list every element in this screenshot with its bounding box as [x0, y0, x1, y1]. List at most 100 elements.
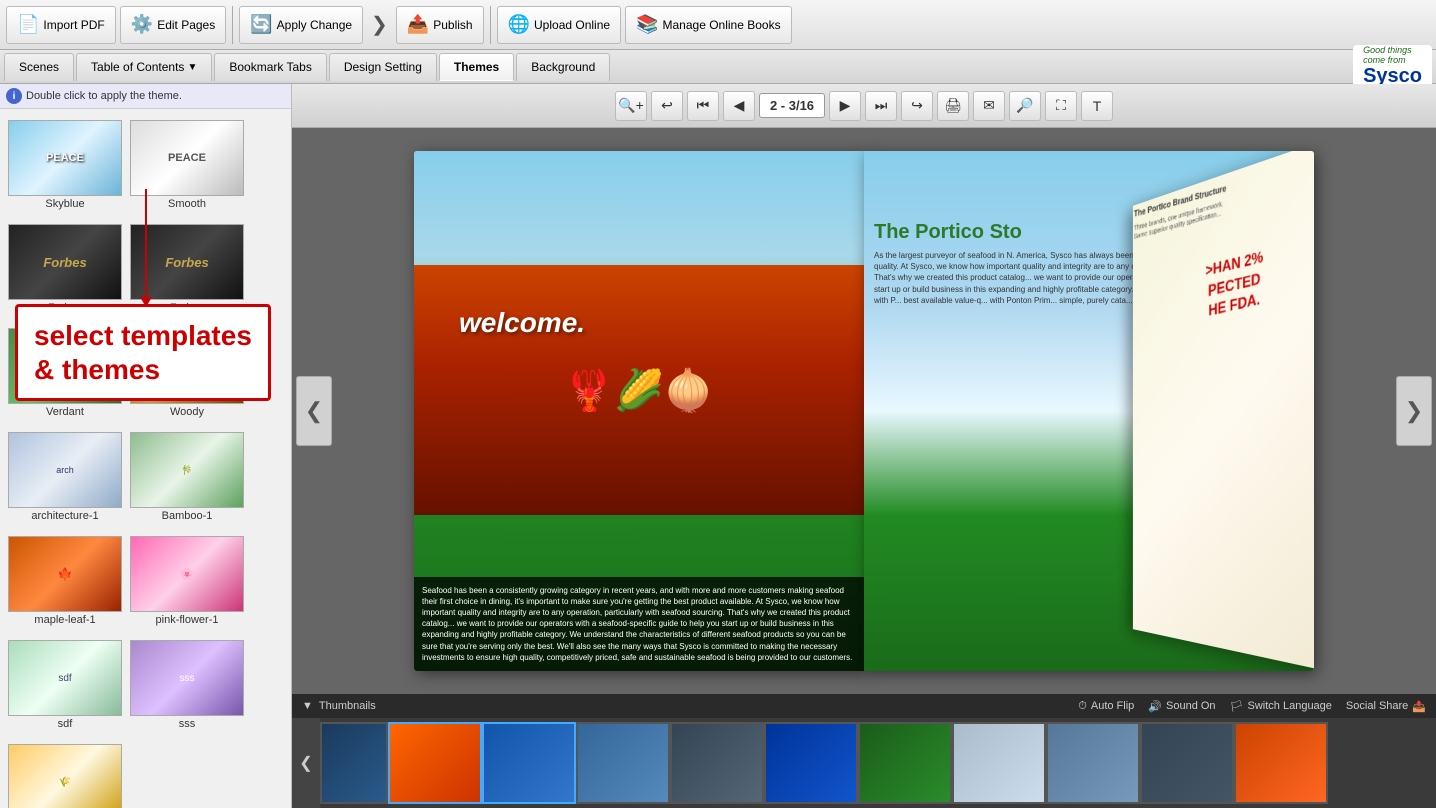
zoom-in-button[interactable]: 🔍+: [615, 91, 647, 121]
theme-item-arch[interactable]: arch architecture-1: [6, 427, 124, 527]
sysco-logo: Good things come from Sysco: [1353, 45, 1432, 89]
thumbnail-9[interactable]: [1046, 722, 1140, 804]
theme-item-straw[interactable]: 🌾 straw-1: [6, 739, 124, 808]
nav-prev-button[interactable]: ❮: [296, 376, 332, 446]
forward-button[interactable]: ↪: [901, 91, 933, 121]
thumb-toggle-button[interactable]: ❮: [292, 718, 320, 808]
thumbnail-3[interactable]: [482, 722, 576, 804]
switch-language-label: Switch Language: [1248, 700, 1332, 712]
theme-item-sdf[interactable]: sdf sdf: [6, 635, 124, 735]
print-button[interactable]: 🖨: [937, 91, 969, 121]
main-content: i Double click to apply the theme. selec…: [0, 84, 1436, 808]
viewer-area: 🔍+ ↩ ⏮ ◀ 2 - 3/16 ▶ ⏭ ↪ 🖨 ✉ 🔎 ⛶ T ❮: [292, 84, 1436, 808]
tab-scenes[interactable]: Scenes: [4, 53, 74, 81]
apply-arrow[interactable]: ❯: [365, 12, 394, 37]
pdf-icon: 📄: [17, 14, 39, 35]
logo-tagline: Good things: [1363, 45, 1422, 55]
apply-change-label: Apply Change: [277, 18, 352, 32]
thumbnail-8[interactable]: [952, 722, 1046, 804]
tab-background[interactable]: Background: [516, 53, 610, 81]
text-button[interactable]: T: [1081, 91, 1113, 121]
share-label: Social Share: [1346, 700, 1408, 712]
manage-online-books-button[interactable]: 📚 Manage Online Books: [625, 6, 792, 44]
share-icon: 📤: [1412, 700, 1426, 713]
tab-bookmark-tabs[interactable]: Bookmark Tabs: [214, 53, 326, 81]
logo-tagline2: come from: [1363, 55, 1422, 65]
apply-change-button[interactable]: 🔄 Apply Change: [239, 6, 363, 44]
tooltip-text: select templates& themes: [34, 319, 252, 386]
clock-icon: ⏱: [1078, 700, 1087, 713]
email-button[interactable]: ✉: [973, 91, 1005, 121]
thumbnail-4[interactable]: [576, 722, 670, 804]
fullscreen-button[interactable]: ⛶: [1045, 91, 1077, 121]
page-caption: Seafood has been a consistently growing …: [414, 577, 864, 671]
last-page-button[interactable]: ⏭: [865, 91, 897, 121]
import-pdf-button[interactable]: 📄 Import PDF: [6, 6, 116, 44]
next-page-button[interactable]: ▶: [829, 91, 861, 121]
theme-item-pink[interactable]: 🌸 pink-flower-1: [128, 531, 246, 631]
theme-item-sss[interactable]: sss sss: [128, 635, 246, 735]
prev-page-button[interactable]: ◀: [723, 91, 755, 121]
search-button[interactable]: 🔎: [1009, 91, 1041, 121]
edit-pages-button[interactable]: ⚙️ Edit Pages: [120, 6, 226, 44]
theme-label-maple: maple-leaf-1: [34, 614, 95, 626]
thumbnail-11[interactable]: [1234, 722, 1328, 804]
thumbnails-strip: ❮: [292, 718, 1436, 808]
social-share-button[interactable]: Social Share 📤: [1346, 700, 1426, 713]
theme-label-pink: pink-flower-1: [156, 614, 219, 626]
thumbnail-2[interactable]: [388, 722, 482, 804]
theme-item-bamboo[interactable]: 🎋 Bamboo-1: [128, 427, 246, 527]
book-viewer: ❮ 🦞🌽🧅 welcome. Seafood has been a consis…: [292, 128, 1436, 694]
theme-label-arch: architecture-1: [31, 510, 98, 522]
theme-item-skyblue[interactable]: PEACE Skyblue: [6, 115, 124, 215]
theme-thumb-arch: arch: [8, 432, 122, 508]
tab-themes[interactable]: Themes: [439, 53, 514, 81]
flag-icon: 🏳: [1230, 700, 1244, 713]
theme-label-smooth: Smooth: [168, 198, 206, 210]
switch-language-button[interactable]: 🏳 Switch Language: [1230, 700, 1332, 713]
publish-label: Publish: [433, 18, 472, 32]
sound-icon: 🔊: [1148, 700, 1162, 713]
thumbnail-6[interactable]: [764, 722, 858, 804]
theme-thumb-bamboo: 🎋: [130, 432, 244, 508]
theme-label-bamboo: Bamboo-1: [162, 510, 213, 522]
divider-2: [490, 6, 491, 44]
go-back-button[interactable]: ↩: [651, 91, 683, 121]
food-emoji: 🦞🌽🧅: [564, 367, 713, 414]
edit-icon: ⚙️: [131, 14, 153, 35]
flipping-page: The Portico Brand Structure Three brands…: [1133, 151, 1314, 671]
theme-item-maple[interactable]: 🍁 maple-leaf-1: [6, 531, 124, 631]
apply-icon: 🔄: [250, 14, 272, 35]
manage-online-books-label: Manage Online Books: [663, 18, 781, 32]
theme-label-sss: sss: [179, 718, 196, 730]
upload-online-label: Upload Online: [534, 18, 610, 32]
thumbnail-10[interactable]: [1140, 722, 1234, 804]
publish-button[interactable]: 📤 Publish: [396, 6, 484, 44]
book-spread: 🦞🌽🧅 welcome. Seafood has been a consiste…: [414, 151, 1314, 671]
theme-label-verdant: Verdant: [46, 406, 84, 418]
thumbnail-7[interactable]: [858, 722, 952, 804]
upload-online-button[interactable]: 🌐 Upload Online: [497, 6, 621, 44]
tab-table-of-contents[interactable]: Table of Contents ▼: [76, 53, 212, 81]
theme-thumb-forbes2: Forbes: [130, 224, 244, 300]
theme-label-skyblue: Skyblue: [45, 198, 84, 210]
theme-label-sdf: sdf: [58, 718, 73, 730]
theme-thumb-sss: sss: [130, 640, 244, 716]
flip-red-text: >HAN 2%PECTEDHE FDA.: [1134, 227, 1314, 339]
first-page-button[interactable]: ⏮: [687, 91, 719, 121]
sound-on-label: Sound On: [1166, 700, 1216, 712]
page-indicator: 2 - 3/16: [759, 93, 825, 118]
sound-on-button[interactable]: 🔊 Sound On: [1148, 700, 1215, 713]
hint-text: Double click to apply the theme.: [26, 90, 182, 102]
nav-next-button[interactable]: ❯: [1396, 376, 1432, 446]
theme-thumb-forbes1: Forbes: [8, 224, 122, 300]
publish-icon: 📤: [407, 14, 429, 35]
welcome-text: welcome.: [459, 307, 585, 339]
import-pdf-label: Import PDF: [43, 18, 104, 32]
auto-flip-button[interactable]: ⏱ Auto Flip: [1078, 700, 1134, 713]
thumbnail-5[interactable]: [670, 722, 764, 804]
tab-design-setting[interactable]: Design Setting: [329, 53, 437, 81]
tooltip-box: select templates& themes: [15, 304, 271, 401]
thumbnail-1[interactable]: [320, 722, 388, 804]
theme-thumb-sdf: sdf: [8, 640, 122, 716]
